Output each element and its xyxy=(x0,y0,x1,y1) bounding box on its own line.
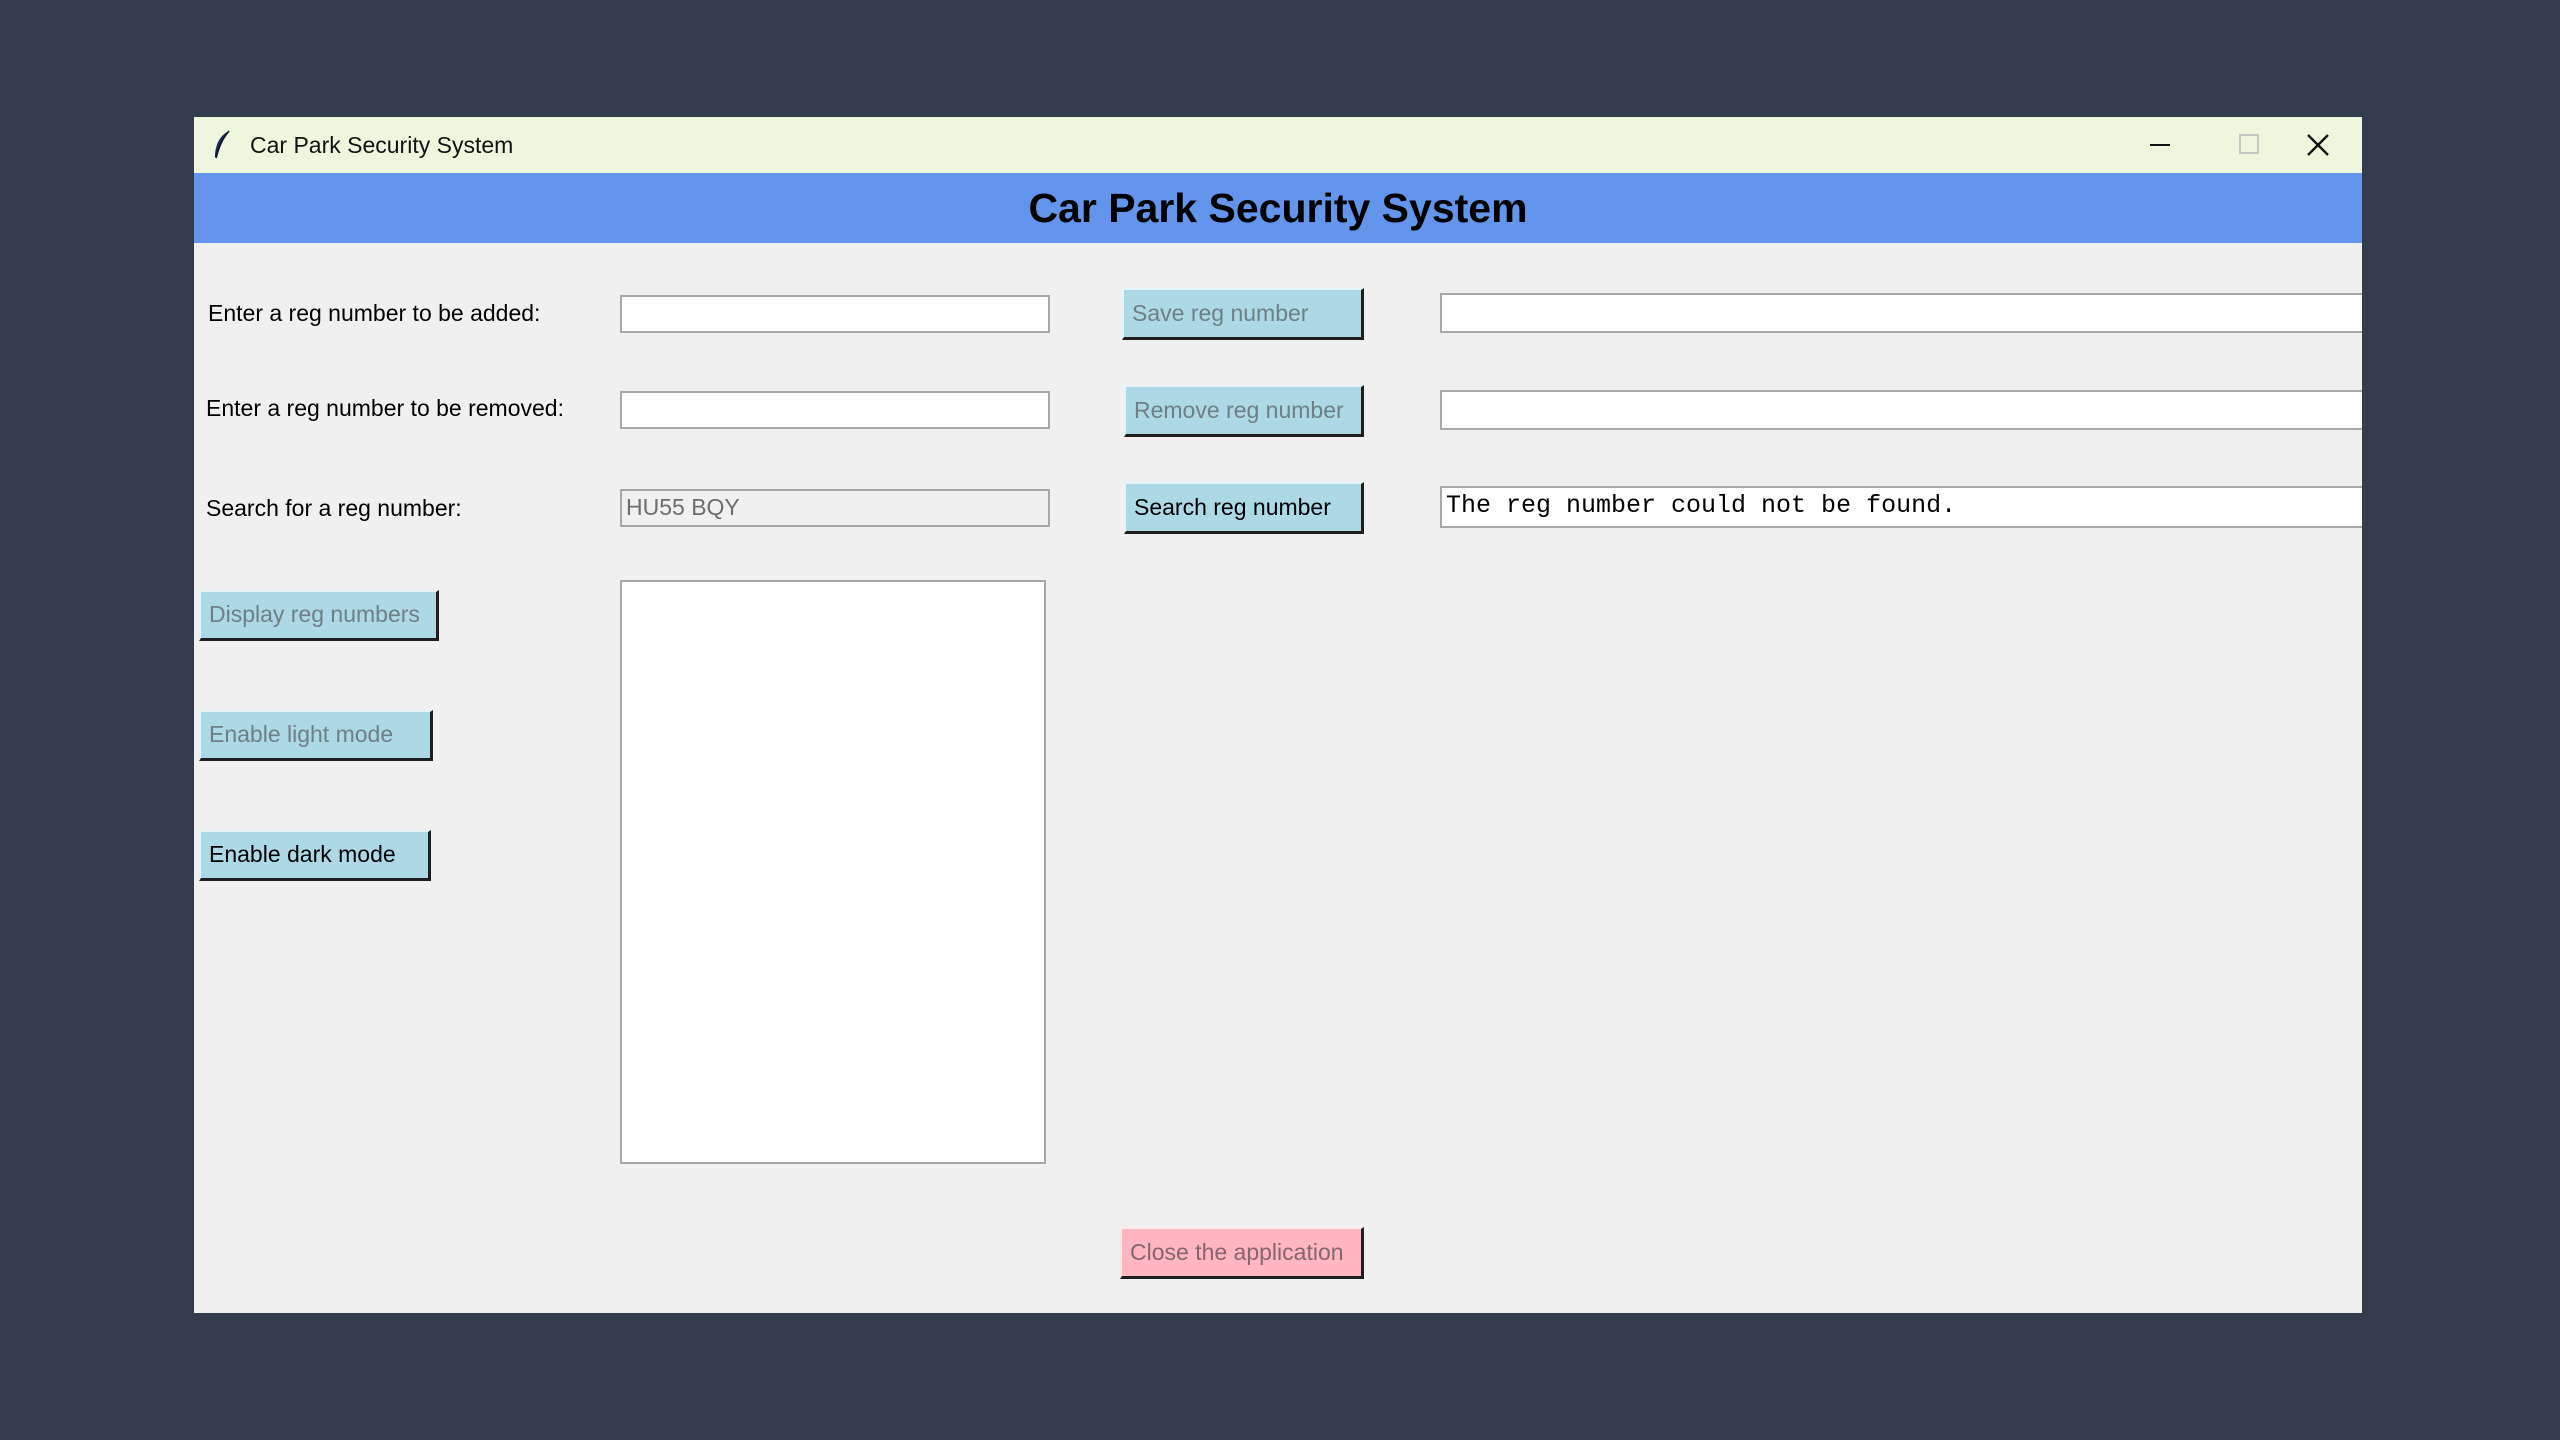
app-window: Car Park Security System Car Park Securi… xyxy=(194,117,2362,1313)
save-reg-button[interactable]: Save reg number xyxy=(1122,288,1364,340)
search-label: Search for a reg number: xyxy=(206,495,462,521)
add-reg-input[interactable] xyxy=(620,295,1050,333)
remove-label: Enter a reg number to be removed: xyxy=(206,395,564,421)
feather-icon xyxy=(215,130,230,159)
remove-reg-input[interactable] xyxy=(620,391,1050,429)
close-icon xyxy=(2307,134,2329,156)
enable-dark-mode-button[interactable]: Enable dark mode xyxy=(199,830,431,881)
close-window-button[interactable] xyxy=(2272,117,2362,173)
reg-numbers-listbox[interactable] xyxy=(620,580,1046,1164)
minimize-button[interactable] xyxy=(2112,117,2202,173)
add-result-field[interactable] xyxy=(1440,293,2362,333)
display-reg-numbers-button[interactable]: Display reg numbers xyxy=(199,590,439,641)
remove-result-field[interactable] xyxy=(1440,390,2362,430)
header-banner: Car Park Security System xyxy=(194,173,2362,243)
search-reg-input[interactable]: HU55 BQY xyxy=(620,489,1050,527)
enable-light-mode-button[interactable]: Enable light mode xyxy=(199,710,433,761)
title-bar[interactable]: Car Park Security System xyxy=(194,117,2362,173)
minimize-icon xyxy=(2150,144,2170,146)
search-reg-button[interactable]: Search reg number xyxy=(1124,482,1364,534)
window-title: Car Park Security System xyxy=(250,132,514,158)
page-title: Car Park Security System xyxy=(1028,185,1528,231)
search-result-field[interactable]: The reg number could not be found. xyxy=(1440,486,2362,528)
remove-reg-button[interactable]: Remove reg number xyxy=(1124,385,1364,437)
add-label: Enter a reg number to be added: xyxy=(208,300,541,326)
close-application-button[interactable]: Close the application xyxy=(1120,1227,1364,1279)
